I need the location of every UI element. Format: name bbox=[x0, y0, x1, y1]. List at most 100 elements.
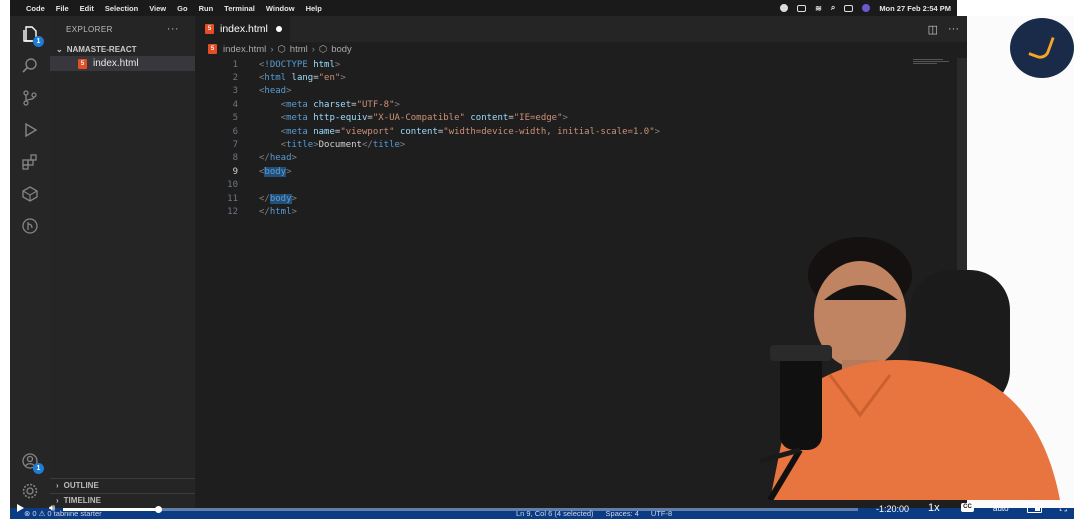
code-line: 3 <head> bbox=[195, 85, 967, 98]
code-text: <meta charset="UTF-8"> bbox=[280, 99, 400, 110]
line-number: 6 bbox=[232, 126, 238, 137]
menu-help[interactable]: Help bbox=[306, 4, 322, 13]
run-debug-icon[interactable] bbox=[20, 120, 40, 140]
code-line: 6 <meta name="viewport" content="width=d… bbox=[195, 125, 967, 138]
more-actions-icon[interactable]: ··· bbox=[948, 23, 959, 36]
presenter-webcam bbox=[760, 200, 1074, 500]
extensions-icon[interactable] bbox=[20, 152, 40, 172]
menu-selection[interactable]: Selection bbox=[105, 4, 138, 13]
code-line: 10 bbox=[195, 179, 967, 192]
line-number: 1 bbox=[232, 59, 238, 70]
code-line: 4 <meta charset="UTF-8"> bbox=[195, 98, 967, 111]
channel-logo bbox=[1010, 18, 1074, 78]
file-label: index.html bbox=[93, 58, 139, 69]
code-text: <!DOCTYPE html> bbox=[259, 59, 341, 70]
remote-explorer-icon[interactable] bbox=[20, 184, 40, 204]
code-text: </html> bbox=[259, 206, 297, 217]
chevron-right-icon: › bbox=[56, 496, 59, 505]
line-number: 10 bbox=[227, 180, 238, 191]
siri-icon[interactable] bbox=[862, 4, 871, 12]
gitlens-icon[interactable] bbox=[20, 216, 40, 236]
menu-view[interactable]: View bbox=[149, 4, 166, 13]
folder-label: NAMASTE-REACT bbox=[66, 44, 137, 54]
volume-icon[interactable]: 🔊︎ bbox=[49, 503, 55, 514]
split-editor-icon[interactable]: ◫ bbox=[928, 23, 938, 36]
battery-icon[interactable] bbox=[797, 4, 807, 12]
code-line: 9 <body> bbox=[195, 165, 967, 178]
presenter-illustration bbox=[760, 237, 1060, 500]
more-actions-icon[interactable]: ··· bbox=[167, 23, 179, 35]
html5-icon: 5 bbox=[205, 24, 214, 34]
code-text: <title>Document</title> bbox=[280, 140, 406, 151]
play-button[interactable] bbox=[17, 504, 24, 512]
code-text: <body> bbox=[259, 166, 292, 177]
outline-label: OUTLINE bbox=[63, 481, 99, 490]
code-text: </head> bbox=[259, 153, 297, 164]
quality-button[interactable]: auto bbox=[993, 504, 1009, 513]
menu-window[interactable]: Window bbox=[266, 4, 295, 13]
control-center-icon[interactable] bbox=[844, 4, 854, 12]
line-number: 4 bbox=[232, 99, 238, 110]
code-text: <head> bbox=[259, 86, 292, 97]
menu-edit[interactable]: Edit bbox=[80, 4, 94, 13]
file-index-html[interactable]: 5 index.html bbox=[50, 56, 195, 71]
code-line: 1 <!DOCTYPE html> bbox=[195, 58, 967, 71]
code-line: 2 <html lang="en"> bbox=[195, 71, 967, 84]
explorer-badge: 1 bbox=[33, 36, 44, 47]
menubar-status-area: ≋ ⌕ Mon 27 Feb 2:54 PM bbox=[780, 3, 951, 13]
html5-icon: 5 bbox=[208, 44, 217, 54]
menu-run[interactable]: Run bbox=[199, 4, 214, 13]
line-number: 2 bbox=[232, 73, 238, 84]
wifi-icon[interactable]: ≋ bbox=[815, 4, 822, 13]
explorer-title: EXPLORER bbox=[66, 24, 113, 34]
editor-actions: ◫ ··· bbox=[928, 23, 959, 36]
menubar-clock[interactable]: Mon 27 Feb 2:54 PM bbox=[879, 4, 951, 13]
html5-icon: 5 bbox=[78, 58, 87, 69]
tab-index-html[interactable]: 5 index.html bbox=[195, 16, 290, 42]
line-number: 9 bbox=[232, 166, 238, 177]
captions-button[interactable]: CC bbox=[961, 503, 974, 512]
search-icon[interactable]: ⌕ bbox=[831, 3, 835, 13]
code-line: 7 <title>Document</title> bbox=[195, 138, 967, 151]
picture-in-picture-icon[interactable] bbox=[1027, 503, 1042, 513]
fullscreen-icon[interactable]: ⛶ bbox=[1060, 503, 1067, 514]
code-line: 8 </head> bbox=[195, 152, 967, 165]
menu-app-name[interactable]: Code bbox=[26, 4, 45, 13]
video-progress-fill bbox=[63, 508, 159, 511]
line-number: 3 bbox=[232, 86, 238, 97]
record-icon[interactable] bbox=[780, 4, 789, 12]
cube-icon: ⬡ bbox=[277, 43, 286, 55]
video-progress-bar[interactable] bbox=[63, 506, 858, 513]
chevron-down-icon: ⌄ bbox=[56, 44, 63, 54]
unsaved-dot-icon[interactable] bbox=[275, 26, 282, 32]
folder-namaste-react[interactable]: ⌄ NAMASTE-REACT bbox=[50, 42, 195, 56]
chevron-right-icon: › bbox=[56, 481, 59, 490]
menu-terminal[interactable]: Terminal bbox=[224, 4, 255, 13]
activity-bar: 1 1 bbox=[10, 16, 50, 508]
cube-icon: ⬡ bbox=[318, 43, 328, 55]
code-text: <html lang="en"> bbox=[259, 73, 346, 84]
minimap[interactable] bbox=[913, 58, 953, 72]
code-editor[interactable]: 1 <!DOCTYPE html> 2 <html lang="en"> 3 <hea… bbox=[195, 58, 967, 219]
settings-gear-icon[interactable] bbox=[20, 481, 40, 501]
menu-go[interactable]: Go bbox=[177, 4, 187, 13]
code-text: <meta http-equiv="X-UA-Compatible" conte… bbox=[280, 113, 568, 124]
breadcrumb-html[interactable]: html bbox=[290, 44, 308, 55]
playback-speed-button[interactable]: 1x bbox=[928, 502, 940, 514]
line-number: 7 bbox=[232, 140, 238, 151]
timeline-section[interactable]: › TIMELINE bbox=[50, 493, 195, 507]
video-time-remaining: -1:20:00 bbox=[876, 504, 910, 514]
menu-file[interactable]: File bbox=[56, 4, 69, 13]
code-line: 5 <meta http-equiv="X-UA-Compatible" con… bbox=[195, 112, 967, 125]
breadcrumb-separator: › bbox=[270, 43, 274, 55]
editor-tab-bar: 5 index.html ◫ ··· bbox=[195, 16, 967, 42]
outline-section[interactable]: › OUTLINE bbox=[50, 478, 195, 492]
explorer-icon[interactable]: 1 bbox=[20, 24, 44, 47]
breadcrumb-file[interactable]: index.html bbox=[223, 44, 266, 55]
accounts-icon[interactable]: 1 bbox=[20, 451, 44, 474]
search-icon[interactable] bbox=[20, 56, 40, 76]
source-control-icon[interactable] bbox=[20, 88, 40, 108]
breadcrumb-separator: › bbox=[311, 43, 315, 55]
breadcrumb-body[interactable]: body bbox=[331, 44, 352, 55]
explorer-header: EXPLORER ··· bbox=[50, 16, 195, 42]
